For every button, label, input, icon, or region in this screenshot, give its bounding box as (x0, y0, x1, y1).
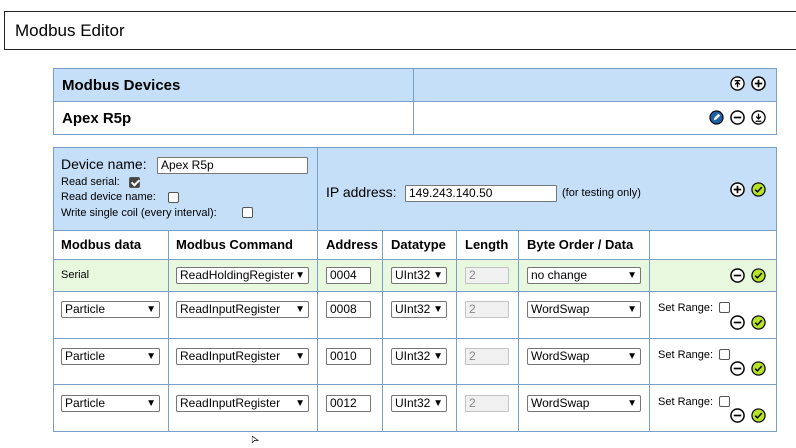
address-input[interactable]: 0004 (326, 267, 371, 284)
modbus-data-select[interactable]: Particle ▼ (61, 395, 160, 412)
ip-address-label: IP address: (326, 184, 397, 200)
devices-header: Modbus Devices (53, 68, 777, 102)
device-row[interactable]: Apex R5p (53, 101, 777, 135)
read-serial-checkbox[interactable] (129, 177, 140, 188)
address-input[interactable]: 0008 (326, 301, 371, 318)
write-single-coil-checkbox[interactable] (242, 207, 253, 218)
ip-address-input[interactable]: 149.243.140.50 (405, 185, 557, 202)
set-range-label: Set Range: (658, 349, 714, 361)
remove-device-icon[interactable] (730, 110, 745, 125)
device-row-name: Apex R5p (62, 110, 132, 127)
ip-note: (for testing only) (562, 187, 641, 199)
confirm-row-icon[interactable] (751, 361, 766, 376)
byte-order-select[interactable]: WordSwap ▼ (527, 395, 641, 412)
pencil-icon[interactable] (709, 110, 724, 125)
address-input[interactable]: 0012 (326, 395, 371, 412)
col-length: Length (465, 237, 509, 252)
write-single-coil-label: Write single coil (every interval): (61, 207, 217, 219)
length-input: 2 (465, 348, 509, 365)
modbus-data-select[interactable]: Particle ▼ (61, 301, 160, 318)
read-device-name-label: Read device name: (61, 191, 156, 203)
col-address: Address (326, 237, 379, 252)
remove-row-icon[interactable] (730, 361, 745, 376)
length-input: 2 (465, 301, 509, 318)
byte-order-select[interactable]: WordSwap ▼ (527, 301, 641, 318)
window-title: Modbus Editor (4, 11, 796, 50)
add-device-icon[interactable] (751, 76, 766, 91)
datatype-select[interactable]: UInt32 ▼ (391, 267, 447, 284)
command-select[interactable]: ReadInputRegister ▼ (176, 395, 309, 412)
length-input: 2 (465, 395, 509, 412)
byte-order-select[interactable]: no change ▼ (527, 267, 641, 284)
datatype-select[interactable]: UInt32 ▼ (391, 395, 447, 412)
set-range-checkbox[interactable] (719, 302, 730, 313)
device-name-label: Device name: (61, 156, 147, 172)
confirm-row-icon[interactable] (751, 268, 766, 283)
set-range-checkbox[interactable] (719, 396, 730, 407)
remove-row-icon[interactable] (730, 268, 745, 283)
row-data-label: Serial (61, 269, 90, 281)
length-input: 2 (465, 267, 509, 284)
mouse-cursor-icon (251, 430, 260, 444)
byte-order-select[interactable]: WordSwap ▼ (527, 348, 641, 365)
command-select[interactable]: ReadInputRegister ▼ (176, 348, 309, 365)
set-range-checkbox[interactable] (719, 349, 730, 360)
datatype-select[interactable]: UInt32 ▼ (391, 301, 447, 318)
remove-row-icon[interactable] (730, 408, 745, 423)
confirm-device-icon[interactable] (751, 182, 766, 197)
read-device-name-checkbox[interactable] (168, 192, 179, 203)
confirm-row-icon[interactable] (751, 408, 766, 423)
col-modbus-command: Modbus Command (176, 237, 293, 252)
modbus-data-select[interactable]: Particle ▼ (61, 348, 160, 365)
set-range-label: Set Range: (658, 302, 714, 314)
add-row-icon[interactable] (730, 182, 745, 197)
device-name-input[interactable]: Apex R5p (157, 157, 308, 174)
col-modbus-data: Modbus data (61, 237, 142, 252)
col-datatype: Datatype (391, 237, 446, 252)
devices-title: Modbus Devices (62, 77, 181, 94)
command-select[interactable]: ReadHoldingRegister ▼ (176, 267, 309, 284)
read-serial-label: Read serial: (61, 176, 120, 188)
address-input[interactable]: 0010 (326, 348, 371, 365)
command-select[interactable]: ReadInputRegister ▼ (176, 301, 309, 318)
datatype-select[interactable]: UInt32 ▼ (391, 348, 447, 365)
col-byte-order: Byte Order / Data (527, 237, 634, 252)
confirm-row-icon[interactable] (751, 315, 766, 330)
remove-row-icon[interactable] (730, 315, 745, 330)
download-icon[interactable] (751, 110, 766, 125)
upload-icon[interactable] (730, 76, 745, 91)
set-range-label: Set Range: (658, 396, 714, 408)
